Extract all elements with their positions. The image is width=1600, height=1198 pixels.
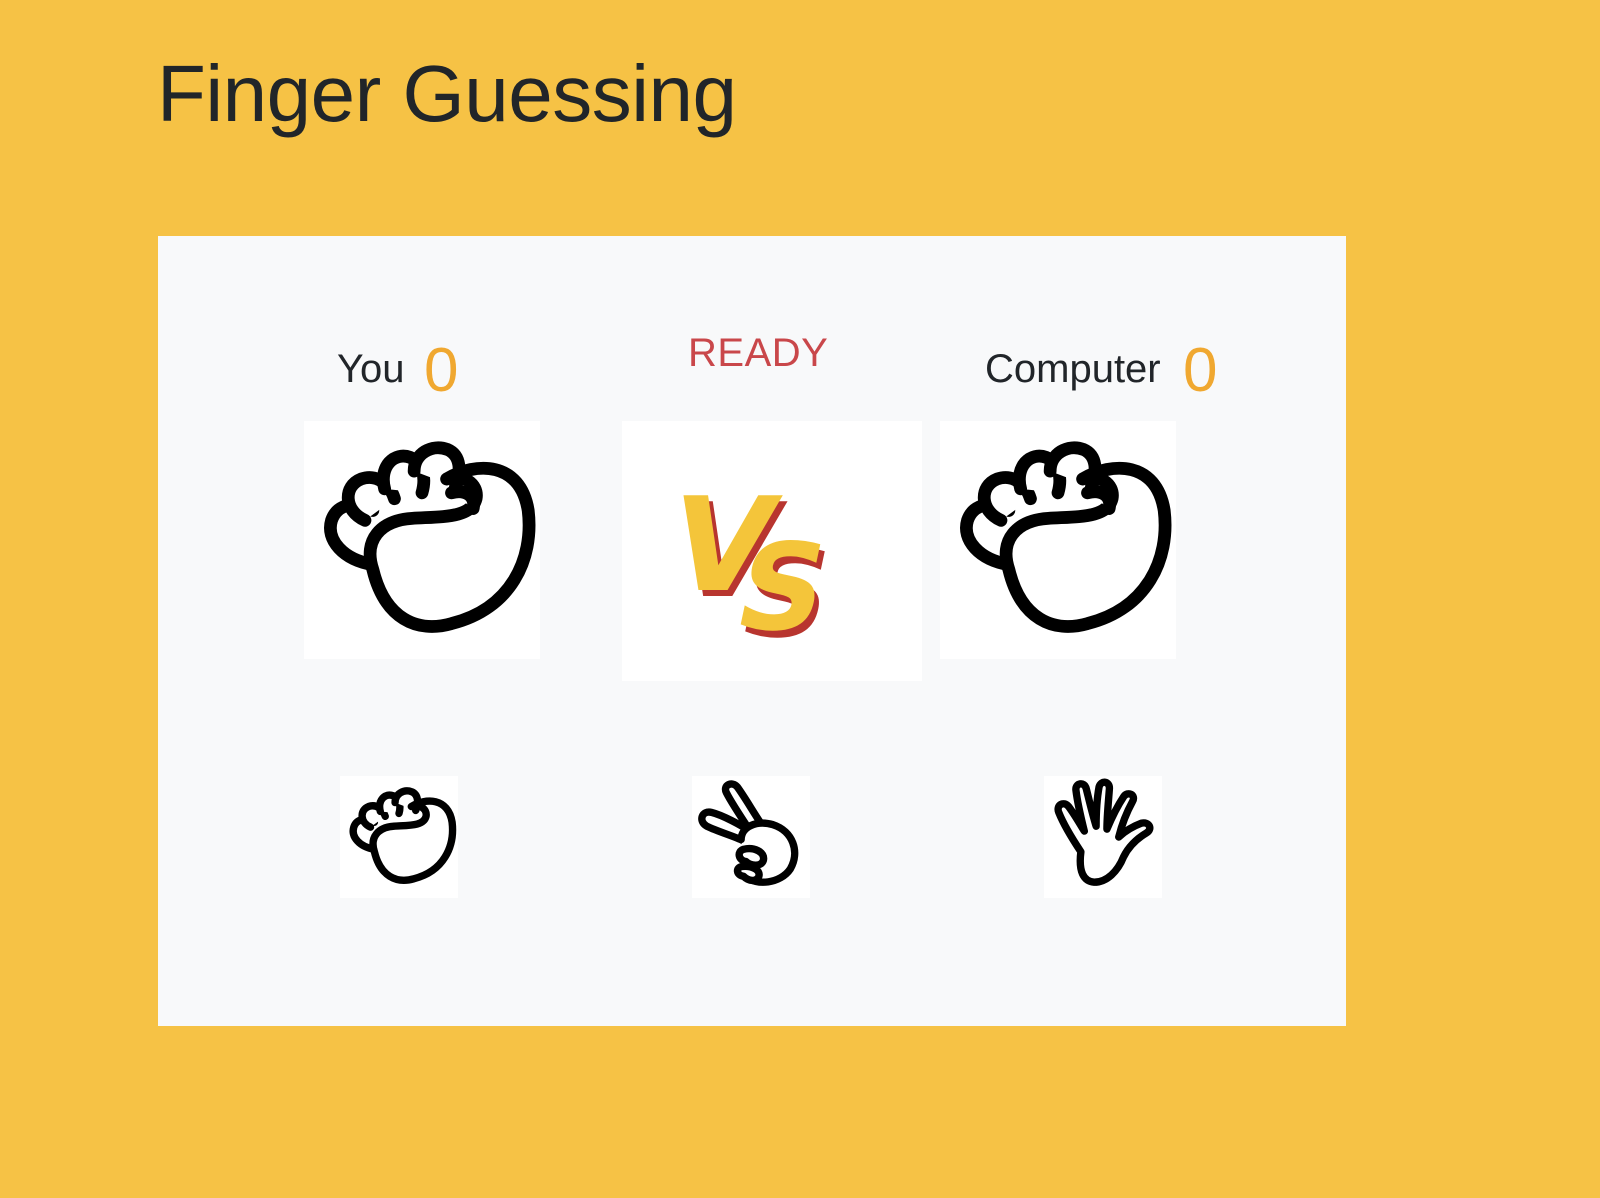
player-label: You [337,347,405,391]
player-hand [304,421,540,659]
computer-score: 0 [1183,336,1218,405]
rock-hand-icon [324,441,536,633]
paper-hand-icon [1054,778,1154,886]
computer-label: Computer [985,347,1161,391]
computer-hand [940,421,1176,659]
vs-image: V V S S [622,421,922,681]
page-title: Finger Guessing [157,49,737,138]
vs-icon: V V S S [656,470,845,664]
rock-hand-icon [960,441,1172,633]
game-status: READY [688,331,829,375]
scissors-hand-icon [698,780,799,886]
player-score: 0 [424,336,459,405]
scissors-choice-button[interactable] [692,776,810,898]
rock-hand-icon [349,787,457,884]
rock-choice-button[interactable] [340,776,458,898]
paper-choice-button[interactable] [1044,776,1162,898]
game-board: You 0 READY Computer 0 V V S S [158,236,1346,1026]
